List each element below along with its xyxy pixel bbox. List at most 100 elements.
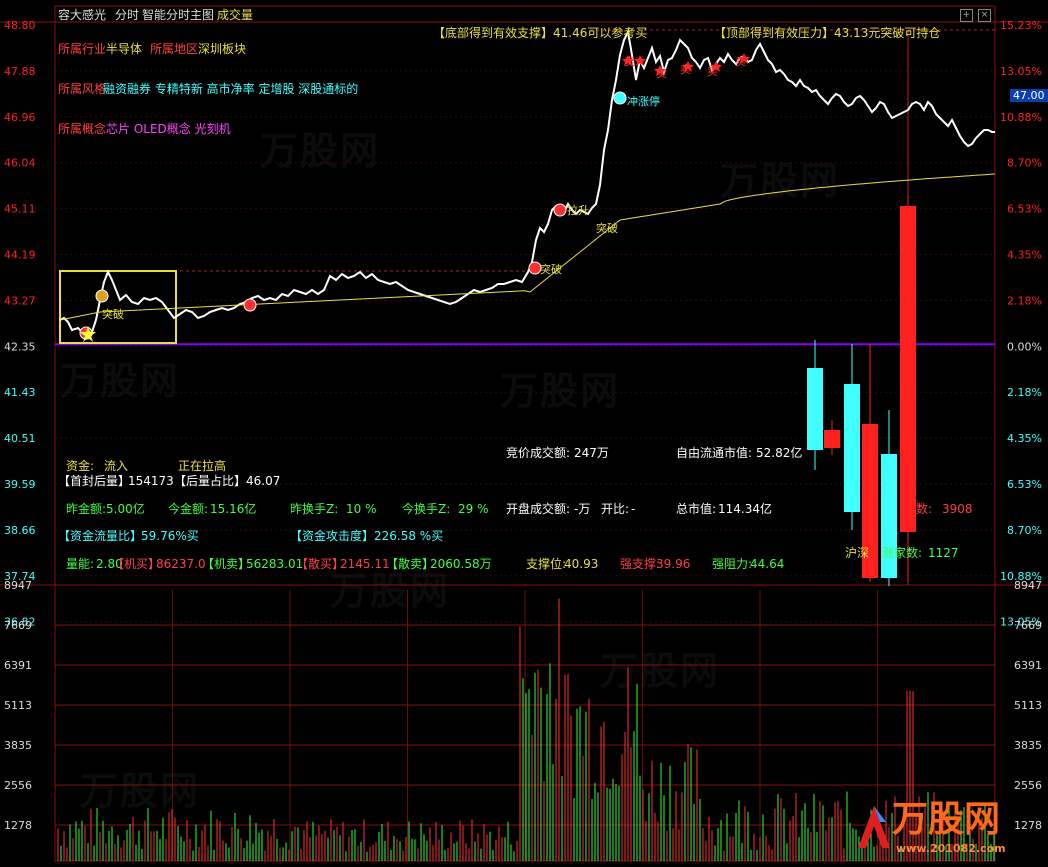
strong-support-label: 强支撑: xyxy=(620,557,661,571)
signal-dot xyxy=(553,203,567,217)
float-cap-label: 自由流通市值: xyxy=(676,446,753,460)
logo-url: www.201082.com xyxy=(896,842,1006,855)
pressure-annotation: 【顶部得到有效压力】43.13元突破可持仓 xyxy=(714,26,941,40)
open-ratio-value: - xyxy=(631,502,636,516)
site-logo: 万股网 www.201082.com xyxy=(848,798,1028,862)
pct-tick-label: 6.53% xyxy=(1007,478,1042,491)
mode-label[interactable]: 分时 xyxy=(115,8,139,22)
signal-dot xyxy=(613,91,627,105)
pct-tick-label: 4.35% xyxy=(1007,432,1042,445)
industry-value: 半导体 xyxy=(106,42,143,56)
price-tick-label: 46.04 xyxy=(4,157,36,170)
pct-tick-label: 0.00% xyxy=(1007,340,1042,353)
retail-sell-label: 【散卖】 xyxy=(386,557,435,571)
after-ratio-value: 46.07 xyxy=(246,474,281,488)
candle-body-up xyxy=(900,206,916,532)
fall-count-label: 数: xyxy=(916,502,933,516)
price-tick-label: 48.80 xyxy=(4,19,36,32)
sell-mark: 卖 xyxy=(680,63,691,76)
price-tick-label: 38.66 xyxy=(4,524,36,537)
volume-tick-label-right: 5113 xyxy=(1014,699,1042,712)
fund-attack-label: 【资金攻击度】 xyxy=(290,529,375,543)
pct-tick-label: 15.23% xyxy=(1000,19,1042,32)
today-amount-label: 今金额: xyxy=(168,502,209,516)
hs-label: 沪深 xyxy=(845,546,870,560)
prev-amount-value: 5.00亿 xyxy=(106,502,145,516)
price-tick-label: 44.19 xyxy=(4,249,36,262)
today-turnover-label: 今换手Z: xyxy=(402,502,451,516)
volume-tick-label-right: 3835 xyxy=(1014,739,1042,752)
strong-support-value: 39.96 xyxy=(656,557,691,571)
after-ratio-label: 【后量占比】 xyxy=(174,474,247,488)
support-value: 40.93 xyxy=(564,557,599,571)
volume-tick-label: 6391 xyxy=(4,659,32,672)
style-label: 所属风格 xyxy=(58,82,107,96)
price-line xyxy=(59,28,995,340)
volume-tick-label: 1278 xyxy=(4,819,32,832)
sell-mark: 卖 xyxy=(707,65,718,78)
volume-tick-label: 2556 xyxy=(4,779,32,792)
pct-tick-label: 13.05% xyxy=(1000,65,1042,78)
today-amount-value: 15.16亿 xyxy=(210,502,257,516)
price-tick-label: 46.96 xyxy=(4,111,36,124)
volume-tick-label: 8947 xyxy=(4,579,32,592)
price-tick-label: 45.11 xyxy=(4,203,36,216)
pct-tick-label: 4.35% xyxy=(1007,249,1042,262)
candle-body-up xyxy=(824,430,840,448)
price-tick-label: 43.27 xyxy=(4,294,36,307)
first-seal-label: 【首封后量】 xyxy=(58,474,131,488)
pullup-label: 拉升 xyxy=(567,204,589,217)
main-chart-label[interactable]: 智能分时主图 xyxy=(142,8,214,22)
pct-tick-label: 2.18% xyxy=(1007,386,1042,399)
volume-energy-label: 量能: xyxy=(66,557,95,571)
fund-flow-value: 59.76%买 xyxy=(141,529,199,543)
sell-mark: 卖 xyxy=(735,55,746,68)
breakout-label: 突破 xyxy=(596,222,618,235)
price-tick-label: 42.35 xyxy=(4,340,36,353)
volume-tick-label-right: 2556 xyxy=(1014,779,1042,792)
support-label: 支撑位: xyxy=(526,557,567,571)
indicator-label[interactable]: 成交量 xyxy=(217,8,253,22)
breakout-label: 突破 xyxy=(102,308,124,321)
inst-buy-label: 【机买】 xyxy=(112,557,161,571)
inst-sell-value: 56283.01 xyxy=(246,557,304,571)
pct-tick-label: 10.88% xyxy=(1000,111,1042,124)
inst-sell-label: 【机卖】 xyxy=(202,557,251,571)
sell-mark: 卖 xyxy=(624,55,635,68)
strong-resist-value: 44.64 xyxy=(750,557,785,571)
average-price-line xyxy=(59,173,996,321)
fund-value: 流入 xyxy=(104,459,129,473)
consolidation-box xyxy=(59,270,177,344)
price-tick-label: 47.88 xyxy=(4,65,36,78)
pct-tick-label: 6.53% xyxy=(1007,203,1042,216)
logo-text: 万股网 xyxy=(892,799,1001,840)
add-icon[interactable]: + xyxy=(960,9,973,22)
pct-tick-label: 8.70% xyxy=(1007,157,1042,170)
auction-value: 247万 xyxy=(574,446,609,460)
fund-flow-label: 【资金流量比】 xyxy=(58,529,143,543)
close-icon[interactable]: × xyxy=(978,9,991,22)
inst-buy-value: 86237.0 xyxy=(156,557,206,571)
region-value: 深圳板块 xyxy=(198,42,247,56)
fund-label: 资金: xyxy=(66,459,95,473)
support-annotation: 【底部得到有效支撑】41.46可以参考买 xyxy=(433,26,648,40)
concept-label: 所属概念 xyxy=(58,122,107,136)
volume-tick-label: 3835 xyxy=(4,739,32,752)
pct-tick-label: 2.18% xyxy=(1007,294,1042,307)
limit-up-label: 冲涨停 xyxy=(627,95,660,108)
volume-tick-label-right: 6391 xyxy=(1014,659,1042,672)
today-turnover-value: 29 % xyxy=(458,502,489,516)
prev-amount-label: 昨金额: xyxy=(66,502,107,516)
open-amount-value: -万 xyxy=(574,502,591,516)
volume-tick-label: 5113 xyxy=(4,699,32,712)
auction-label: 竞价成交额: xyxy=(506,446,571,460)
strong-resist-label: 强阻力: xyxy=(712,557,753,571)
industry-label: 所属行业 xyxy=(58,42,107,56)
price-tick-label: 39.59 xyxy=(4,478,36,491)
current-price-box: 47.00 xyxy=(1010,89,1048,102)
retail-buy-label: 【散买】 xyxy=(296,557,345,571)
price-tick-label: 40.51 xyxy=(4,432,36,445)
signal-dot xyxy=(243,298,257,312)
rise-count-value: 1127 xyxy=(928,546,959,560)
retail-sell-value: 2060.58万 xyxy=(430,557,492,571)
